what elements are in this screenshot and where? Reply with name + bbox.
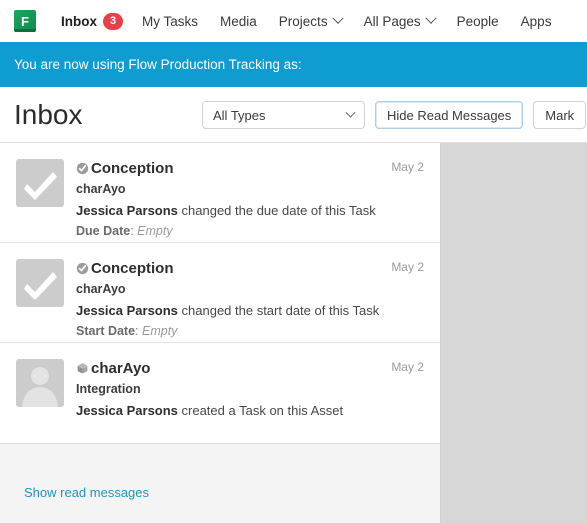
task-icon [76,262,89,275]
nav-item-all-pages[interactable]: All Pages [353,0,446,42]
list-item-date: May 2 [391,360,424,374]
flow-logo-icon[interactable]: F [14,10,36,32]
list-item[interactable]: Conception charAyo Jessica Parsons chang… [0,143,440,243]
chevron-down-icon [424,12,437,24]
list-item-field-value: Empty [142,324,178,338]
nav-item-label: Media [220,13,257,29]
list-item-action: Jessica Parsons changed the start date o… [76,303,426,319]
chevron-down-icon [331,12,344,24]
chevron-down-icon [345,107,356,118]
list-item-body: Conception charAyo Jessica Parsons chang… [76,259,426,342]
nav-item-label: My Tasks [142,13,199,29]
list-item-subtitle: charAyo [76,182,126,196]
list-item-title: Conception [91,160,174,177]
top-navigation-bar: F Inbox 3 My Tasks Media Projects All Pa… [0,0,587,42]
list-item-action-text: created a Task on this Asset [177,403,344,418]
list-item-actor: Jessica Parsons [76,403,178,418]
hide-read-messages-button[interactable]: Hide Read Messages [375,101,524,129]
detail-panel-placeholder [440,143,587,523]
list-item-subtitle: charAyo [76,282,126,296]
list-item-actor: Jessica Parsons [76,303,178,318]
list-item-field-value: Empty [137,224,173,238]
nav-item-my-tasks[interactable]: My Tasks [131,0,209,42]
list-item-field: Due Date: Empty [76,224,426,239]
list-item-field-sep: : [135,324,142,338]
nav-item-media[interactable]: Media [209,0,268,42]
list-item-action-text: changed the start date of this Task [177,303,380,318]
list-item-title: Conception [91,260,174,277]
list-item-field-label: Due Date [76,224,131,238]
sudo-mode-banner: You are now using Flow Production Tracki… [0,42,587,87]
type-filter-value: All Types [213,107,266,123]
mark-button-label: Mark [545,107,575,123]
task-check-thumbnail [16,159,64,207]
nav-item-label: All Pages [363,13,421,29]
header-controls: All Types Hide Read Messages Mark [202,101,587,129]
inbox-main-column: Conception charAyo Jessica Parsons chang… [0,143,440,523]
list-item-actor: Jessica Parsons [76,203,178,218]
list-item-title-row: Conception [76,160,426,177]
list-item-title: charAyo [91,360,151,377]
list-item-action-text: changed the due date of this Task [177,203,376,218]
nav-item-projects[interactable]: Projects [268,0,353,42]
task-check-thumbnail [16,259,64,307]
list-item[interactable]: charAyo Integration Jessica Parsons crea… [0,343,440,443]
list-item-action: Jessica Parsons created a Task on this A… [76,403,426,419]
list-item-body: charAyo Integration Jessica Parsons crea… [76,359,426,443]
list-item-date: May 2 [391,160,424,174]
list-item-date: May 2 [391,260,424,274]
nav-item-people[interactable]: People [446,0,510,42]
logo-letter: F [21,13,29,29]
nav-item-label: People [456,13,499,29]
list-item-title-row: charAyo [76,360,426,377]
list-item-action: Jessica Parsons changed the due date of … [76,203,426,219]
nav-item-apps[interactable]: Apps [510,0,563,42]
list-item-field-label: Start Date [76,324,136,338]
list-item-subtitle: Integration [76,382,141,396]
asset-cube-icon [77,363,88,374]
banner-text: You are now using Flow Production Tracki… [14,57,302,72]
inbox-footer: Show read messages [0,444,440,502]
inbox-message-list: Conception charAyo Jessica Parsons chang… [0,143,440,444]
show-read-messages-link[interactable]: Show read messages [24,485,149,500]
inbox-unread-badge: 3 [103,12,123,30]
nav-item-inbox[interactable]: Inbox [50,0,103,42]
nav-item-label: Inbox [61,13,97,29]
mark-button[interactable]: Mark [533,101,587,129]
list-item[interactable]: Conception charAyo Jessica Parsons chang… [0,243,440,343]
nav-item-label: Projects [278,13,328,29]
list-item-body: Conception charAyo Jessica Parsons chang… [76,159,426,242]
page-title: Inbox [14,98,83,130]
list-item-title-row: Conception [76,260,426,277]
hide-read-messages-label: Hide Read Messages [387,107,512,123]
nav-item-label: Apps [520,13,552,29]
type-filter-select[interactable]: All Types [202,101,365,129]
task-icon [76,162,89,175]
person-avatar-thumbnail [16,359,64,407]
list-item-field: Start Date: Empty [76,324,426,339]
